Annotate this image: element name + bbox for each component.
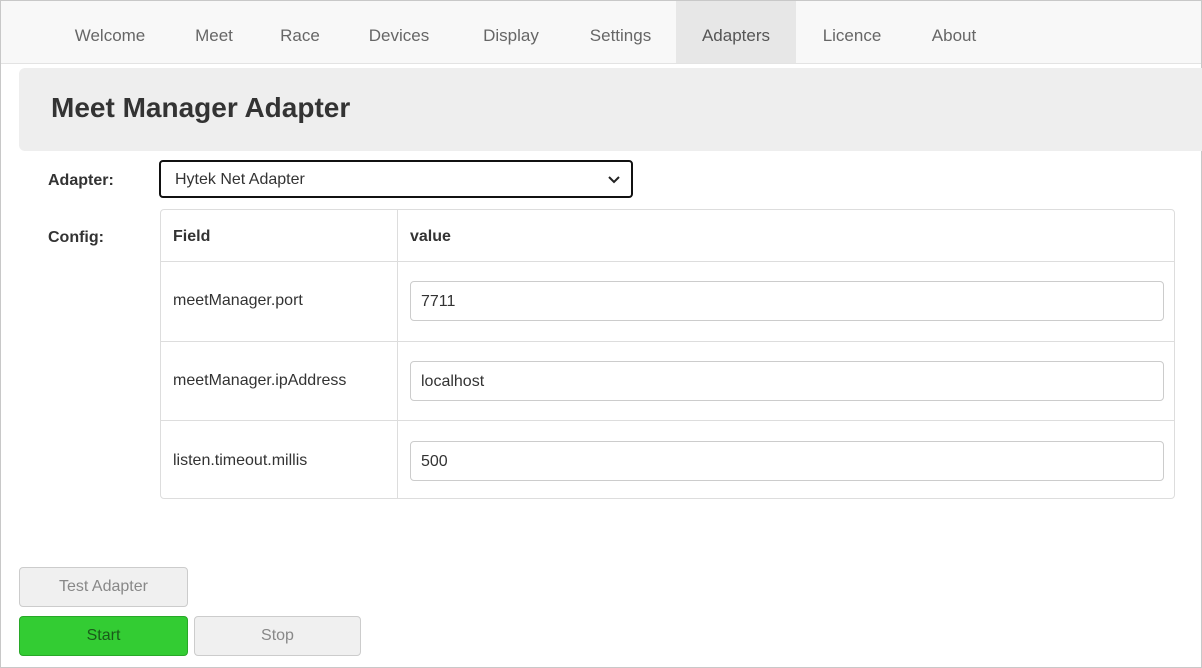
field-name-port: meetManager.port <box>173 292 303 309</box>
page-title: Meet Manager Adapter <box>51 92 351 123</box>
adapter-label: Adapter: <box>48 172 114 189</box>
row-divider <box>161 261 1174 262</box>
port-input-value: 7711 <box>421 293 456 310</box>
nav-item-about[interactable]: About <box>908 1 1000 63</box>
nav-item-licence[interactable]: Licence <box>796 1 908 63</box>
top-nav: Welcome Meet Race Devices Display Settin… <box>1 1 1201 64</box>
ipaddress-input-value: localhost <box>421 373 485 390</box>
nav-item-meet[interactable]: Meet <box>169 1 259 63</box>
adapter-select[interactable]: Hytek Net Adapter <box>159 160 633 198</box>
timeout-input-value: 500 <box>421 453 448 470</box>
nav-item-devices[interactable]: Devices <box>341 1 457 63</box>
adapter-select-value: Hytek Net Adapter <box>175 171 305 188</box>
nav-item-settings[interactable]: Settings <box>565 1 676 63</box>
nav-item-adapters[interactable]: Adapters <box>676 1 796 63</box>
ipaddress-input[interactable]: localhost <box>410 361 1164 401</box>
start-button[interactable]: Start <box>19 616 188 656</box>
chevron-down-icon <box>608 176 620 184</box>
nav-item-display[interactable]: Display <box>457 1 565 63</box>
nav-item-welcome[interactable]: Welcome <box>51 1 169 63</box>
test-adapter-button[interactable]: Test Adapter <box>19 567 188 607</box>
page-header: Meet Manager Adapter <box>19 68 1202 151</box>
nav-item-race[interactable]: Race <box>259 1 341 63</box>
column-divider <box>397 210 398 498</box>
row-divider <box>161 341 1174 342</box>
column-header-field: Field <box>173 228 211 245</box>
field-name-timeout: listen.timeout.millis <box>173 452 308 469</box>
config-label: Config: <box>48 229 104 246</box>
port-input[interactable]: 7711 <box>410 281 1164 321</box>
timeout-input[interactable]: 500 <box>410 441 1164 481</box>
stop-button[interactable]: Stop <box>194 616 361 656</box>
row-divider <box>161 420 1174 421</box>
config-table: Field value meetManager.port 7711 meetMa… <box>160 209 1175 499</box>
field-name-ipaddress: meetManager.ipAddress <box>173 372 347 389</box>
column-header-value: value <box>410 228 451 245</box>
